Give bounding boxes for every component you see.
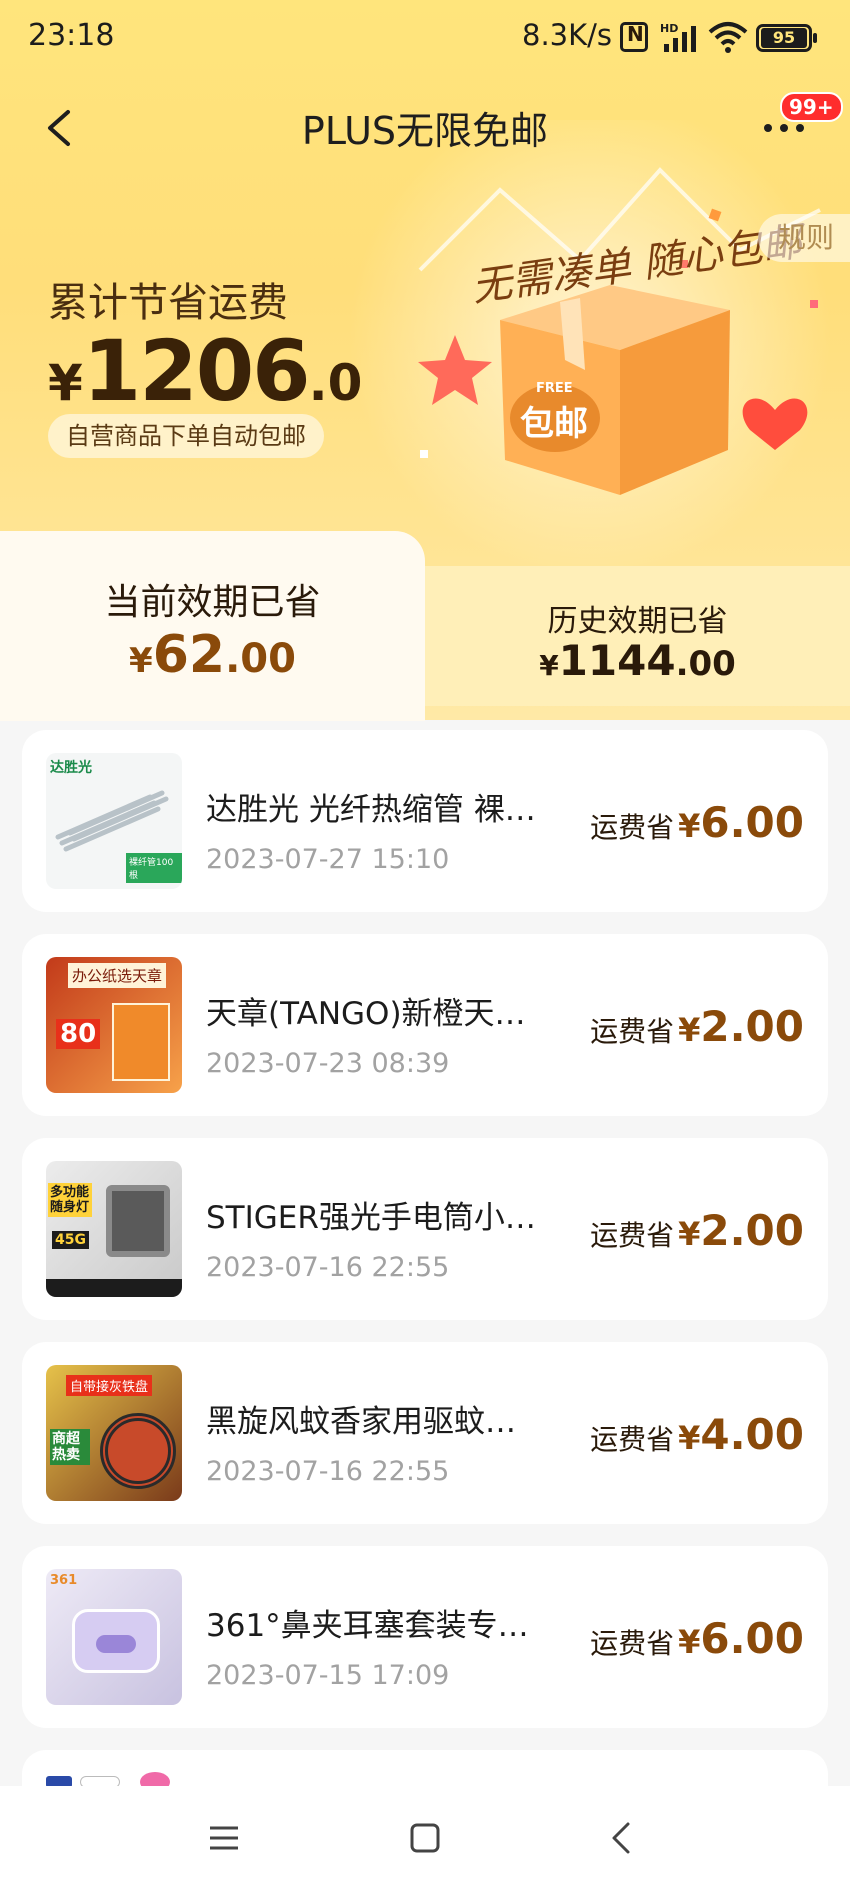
product-thumbnail: 多功能随身灯 45G: [46, 1161, 182, 1297]
shipping-saved: 运费省 ¥6.00: [590, 798, 804, 847]
free-shipping-box-illustration: [418, 167, 821, 495]
back-icon[interactable]: [600, 1816, 644, 1860]
status-bar: 23:18 8.3K/s HD 95: [0, 0, 850, 76]
battery-level: 95: [761, 28, 807, 48]
currency-symbol: ¥: [678, 1215, 701, 1253]
flashlight-shape: [106, 1185, 170, 1257]
currency-symbol: ¥: [678, 1623, 701, 1661]
saved-decimal: .0: [308, 354, 363, 412]
saved-integer: 1206: [82, 322, 311, 420]
item-date: 2023-07-16 22:55: [206, 1456, 450, 1487]
total-saved-label: 累计节省运费: [48, 280, 288, 326]
saved-value: 2.00: [700, 1002, 804, 1051]
list-item[interactable]: 多功能随身灯 45G STIGER强光手电筒小型便携 2023-07-16 22…: [22, 1138, 828, 1320]
product-thumbnail: 自带接灰铁盘 商超热卖: [46, 1365, 182, 1501]
signal-icon: HD: [660, 22, 696, 52]
paper-box-shape: [112, 1003, 170, 1081]
item-title: 达胜光 光纤热缩管 裸纤管100根: [206, 792, 546, 828]
currency-symbol: ¥: [129, 641, 153, 681]
thumb-brand: 达胜光: [50, 760, 92, 776]
box-free-label: FREE: [536, 381, 573, 396]
saved-label: 运费省: [590, 1423, 675, 1456]
earplug-shape: [96, 1635, 136, 1653]
saved-label: 运费省: [590, 1015, 675, 1048]
svg-text:HD: HD: [660, 22, 678, 35]
currency-symbol: ¥: [678, 807, 701, 845]
message-count-badge: 99+: [780, 92, 843, 122]
thumb-brand: 办公纸选天章: [68, 963, 167, 988]
product-thumbnail: 办公纸选天章 80: [46, 957, 182, 1093]
menu-icon[interactable]: [202, 1816, 246, 1860]
item-title: STIGER强光手电筒小型便携: [206, 1200, 546, 1236]
thumb-tag: 商超热卖: [50, 1429, 90, 1465]
saved-label: 运费省: [590, 811, 675, 844]
currency-symbol: ¥: [539, 649, 559, 682]
saved-value: 2.00: [700, 1206, 804, 1255]
shrink-tube-image: [55, 790, 169, 852]
thumb-brand: 多功能随身灯: [48, 1183, 92, 1217]
page-title: PLUS无限免邮: [301, 109, 549, 153]
product-thumbnail: 361: [46, 1569, 182, 1705]
tab-label: 当前效期已省: [104, 582, 321, 623]
amount-integer: 1144: [558, 636, 676, 685]
amount-decimal: .00: [675, 644, 736, 684]
thumb-brand: 自带接灰铁盘: [66, 1375, 153, 1396]
item-date: 2023-07-23 08:39: [206, 1048, 450, 1079]
tab-label: 历史效期已省: [547, 604, 728, 639]
currency-symbol: ¥: [678, 1419, 701, 1457]
home-icon[interactable]: [403, 1816, 447, 1860]
saved-value: 6.00: [700, 1614, 804, 1663]
shipping-saved: 运费省 ¥2.00: [590, 1002, 804, 1051]
saved-label: 运费省: [590, 1627, 675, 1660]
list-item[interactable]: 自带接灰铁盘 商超热卖 黑旋风蚊香家用驱蚊盘香 2023-07-16 22:55…: [22, 1342, 828, 1524]
nfc-icon: [620, 22, 648, 52]
tab-amount: ¥62.00: [0, 625, 425, 685]
item-date: 2023-07-15 17:09: [206, 1660, 450, 1691]
list-item[interactable]: 达胜光 裸纤管100根 达胜光 光纤热缩管 裸纤管100根 2023-07-27…: [22, 730, 828, 912]
thumb-tag: 裸纤管100根: [126, 853, 182, 883]
wifi-icon: [708, 22, 748, 53]
thumb-banner: [46, 1279, 182, 1297]
box-label: 包邮: [520, 404, 588, 444]
system-nav-bar: [0, 1786, 850, 1889]
thumb-brand: 361: [50, 1573, 78, 1588]
item-date: 2023-07-27 15:10: [206, 844, 450, 875]
item-title: 天章(TANGO)新橙天章复印纸: [206, 996, 546, 1032]
saved-label: 运费省: [590, 1219, 675, 1252]
thumb-tag: 45G: [52, 1231, 89, 1249]
item-title: 黑旋风蚊香家用驱蚊盘香: [206, 1404, 546, 1440]
total-saved-amount: ¥1206.0: [48, 322, 362, 420]
rules-button[interactable]: 规则: [758, 214, 850, 262]
list-item[interactable]: 办公纸选天章 80 天章(TANGO)新橙天章复印纸 2023-07-23 08…: [22, 934, 828, 1116]
shipping-saved: 运费省 ¥4.00: [590, 1410, 804, 1459]
thumb-tag: 80: [56, 1019, 101, 1049]
tab-history-period[interactable]: 历史效期已省 ¥1144.00: [425, 566, 850, 706]
saved-value: 4.00: [700, 1410, 804, 1459]
currency-symbol: ¥: [48, 354, 83, 412]
battery-icon: 95: [756, 24, 817, 52]
network-speed: 8.3K/s: [522, 18, 613, 52]
shipping-saved: 运费省 ¥2.00: [590, 1206, 804, 1255]
currency-symbol: ¥: [678, 1011, 701, 1049]
item-date: 2023-07-16 22:55: [206, 1252, 450, 1283]
shipping-saved: 运费省 ¥6.00: [590, 1614, 804, 1663]
item-title: 361°鼻夹耳塞套装专业游泳: [206, 1608, 546, 1644]
tab-current-period[interactable]: 当前效期已省 ¥62.00: [0, 531, 425, 721]
tab-amount: ¥1144.00: [425, 636, 850, 685]
status-time: 23:18: [28, 18, 115, 53]
auto-free-shipping-pill: 自营商品下单自动包邮: [48, 414, 324, 458]
saved-value: 6.00: [700, 798, 804, 847]
amount-integer: 62: [152, 625, 226, 685]
product-thumbnail: 达胜光 裸纤管100根: [46, 753, 182, 889]
list-item[interactable]: 361 361°鼻夹耳塞套装专业游泳 2023-07-15 17:09 运费省¥…: [22, 1546, 828, 1728]
coil-shape: [100, 1413, 176, 1489]
amount-decimal: .00: [225, 636, 296, 682]
